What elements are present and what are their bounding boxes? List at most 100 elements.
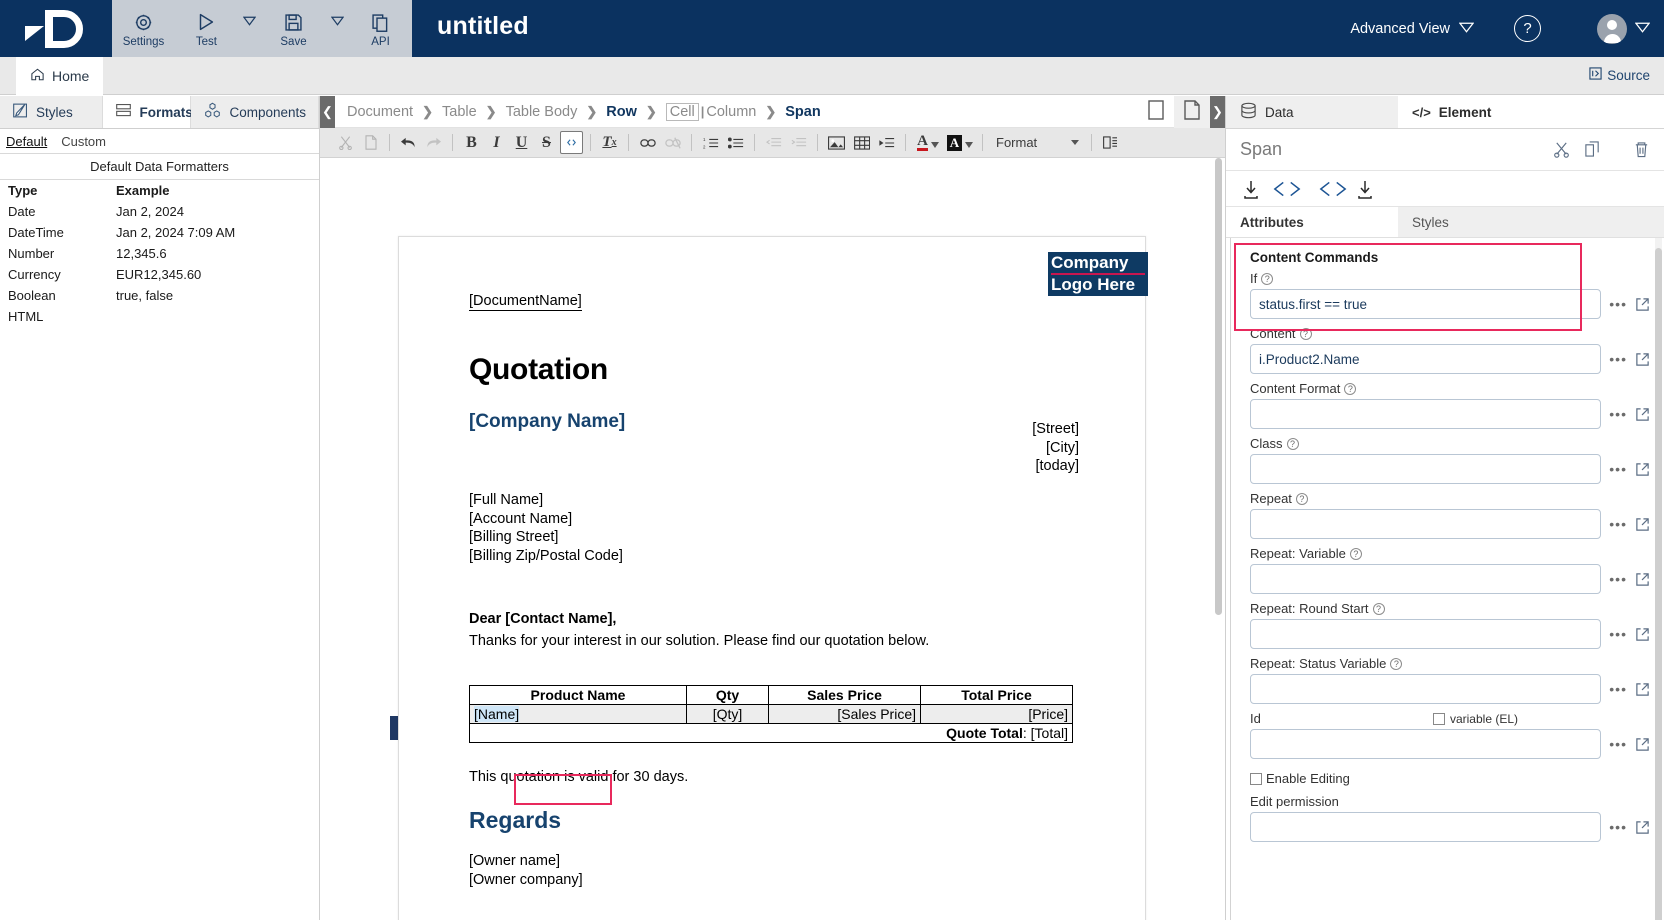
repeat-variable-more-options-button[interactable]: ••• <box>1609 571 1627 587</box>
format-dropdown[interactable]: Format <box>996 135 1080 150</box>
id-open-editor-icon[interactable] <box>1635 737 1650 752</box>
canvas-scrollbar[interactable] <box>1215 158 1222 615</box>
breadcrumb-item-row[interactable]: Row <box>606 104 637 120</box>
cut-icon[interactable] <box>1553 141 1570 158</box>
numbered-list-icon[interactable]: 12 <box>699 131 722 154</box>
remove-format-icon[interactable]: Tx <box>598 131 621 154</box>
document-page[interactable]: Company Logo Here [DocumentName] Quotati… <box>398 236 1148 920</box>
repeat-variable-open-editor-icon[interactable] <box>1635 572 1650 587</box>
cell-sales-price[interactable]: [Sales Price] <box>768 704 921 724</box>
repeat-round-start-input[interactable] <box>1250 619 1602 649</box>
redo-icon[interactable] <box>422 131 445 154</box>
repeat-status-variable-more-options-button[interactable]: ••• <box>1609 681 1627 697</box>
help-icon[interactable]: ? <box>1372 602 1385 615</box>
source-button[interactable]: Source <box>1589 67 1650 83</box>
if-more-options-button[interactable]: ••• <box>1609 296 1627 312</box>
table-icon[interactable] <box>850 131 873 154</box>
tab-data[interactable]: Data <box>1226 96 1398 128</box>
breadcrumb-item-span[interactable]: Span <box>785 104 820 120</box>
document-canvas[interactable]: Company Logo Here [DocumentName] Quotati… <box>320 158 1225 920</box>
document-name-field[interactable]: [DocumentName] <box>469 293 582 311</box>
insert-before-icon[interactable] <box>1240 179 1262 199</box>
if-open-editor-icon[interactable] <box>1635 297 1650 312</box>
repeat-round-start-more-options-button[interactable]: ••• <box>1609 626 1627 642</box>
save-button[interactable]: Save <box>262 0 325 57</box>
repeat-status-variable-input[interactable] <box>1250 674 1602 704</box>
help-icon[interactable]: ? <box>1261 272 1274 285</box>
help-icon[interactable]: ? <box>1344 382 1357 395</box>
image-icon[interactable] <box>825 131 848 154</box>
copy-icon[interactable] <box>359 131 382 154</box>
repeat-input[interactable] <box>1250 509 1602 539</box>
repeat-more-options-button[interactable]: ••• <box>1609 516 1627 532</box>
edit-permission-input[interactable] <box>1250 812 1602 842</box>
repeat-open-editor-icon[interactable] <box>1635 517 1650 532</box>
company-name-field[interactable]: [Company Name] <box>469 411 1079 433</box>
link-icon[interactable] <box>636 131 659 154</box>
page-break-icon[interactable] <box>875 131 898 154</box>
source-code-icon[interactable] <box>560 131 583 154</box>
intro-paragraph[interactable]: Thanks for your interest in our solution… <box>469 633 1079 649</box>
class-open-editor-icon[interactable] <box>1635 462 1650 477</box>
background-color-icon[interactable]: A <box>945 131 975 154</box>
tab-formats[interactable]: Formats <box>103 96 193 128</box>
help-icon[interactable]: ? <box>1390 657 1403 670</box>
salutation[interactable]: Dear [Contact Name], <box>469 611 1079 627</box>
recipient-address[interactable]: [Full Name] [Account Name] [Billing Stre… <box>469 491 1079 565</box>
subtab-attributes[interactable]: Attributes <box>1226 207 1398 237</box>
advanced-view-dropdown[interactable]: Advanced View <box>1350 21 1475 37</box>
edit-permission-open-editor-icon[interactable] <box>1635 820 1650 835</box>
help-icon[interactable]: ? <box>1295 492 1308 505</box>
edit-permission-more-options-button[interactable]: ••• <box>1609 819 1627 835</box>
text-color-icon[interactable]: A <box>913 131 943 154</box>
test-button[interactable]: Test <box>175 0 238 57</box>
cell-qty[interactable]: [Qty] <box>686 704 769 724</box>
help-icon[interactable]: ? <box>1349 547 1362 560</box>
content-format-input[interactable] <box>1250 399 1602 429</box>
cell-quote-total[interactable]: Quote Total: [Total] <box>469 723 1073 743</box>
strikethrough-icon[interactable]: S <box>535 131 558 154</box>
id-more-options-button[interactable]: ••• <box>1609 736 1627 752</box>
indent-icon[interactable] <box>787 131 810 154</box>
content-input[interactable] <box>1250 344 1602 374</box>
content-format-open-editor-icon[interactable] <box>1635 407 1650 422</box>
avatar[interactable] <box>1597 13 1627 44</box>
subtab-custom[interactable]: Custom <box>61 134 106 149</box>
bulleted-list-icon[interactable] <box>724 131 747 154</box>
repeat-status-variable-open-editor-icon[interactable] <box>1635 682 1650 697</box>
breadcrumb-item-document[interactable]: Document <box>347 104 413 120</box>
page-view-button[interactable] <box>1138 96 1174 128</box>
variable-el-checkbox[interactable] <box>1432 712 1445 725</box>
app-logo[interactable] <box>0 0 112 57</box>
content-open-editor-icon[interactable] <box>1635 352 1650 367</box>
settings-button[interactable]: Settings <box>112 0 175 57</box>
cut-icon[interactable] <box>334 131 357 154</box>
api-button[interactable]: API <box>349 0 412 57</box>
repeat-variable-input[interactable] <box>1250 564 1602 594</box>
document-view-button[interactable] <box>1174 96 1210 128</box>
tab-components[interactable]: Components <box>191 96 319 128</box>
user-menu-chevron-down-icon[interactable] <box>1634 20 1651 38</box>
content-more-options-button[interactable]: ••• <box>1609 351 1627 367</box>
wrap-close-icon[interactable] <box>1318 179 1348 199</box>
show-blocks-icon[interactable] <box>1099 131 1122 154</box>
breadcrumb-item-table[interactable]: Table <box>442 104 477 120</box>
trash-icon[interactable] <box>1633 141 1650 158</box>
panel-scrollbar[interactable] <box>1655 248 1662 920</box>
bold-icon[interactable]: B <box>460 131 483 154</box>
tab-element[interactable]: </> Element <box>1398 96 1664 128</box>
repeat-round-start-open-editor-icon[interactable] <box>1635 627 1650 642</box>
underline-icon[interactable]: U <box>510 131 533 154</box>
sender-address[interactable]: [Street] [City] [today] <box>1032 420 1079 476</box>
insert-after-icon[interactable] <box>1354 179 1376 199</box>
test-dropdown-button[interactable] <box>238 0 262 57</box>
id-input[interactable] <box>1250 729 1602 759</box>
regards-heading[interactable]: Regards <box>469 807 1079 834</box>
quotation-table[interactable]: Product Name Qty Sales Price Total Price… <box>469 685 1073 743</box>
unlink-icon[interactable] <box>661 131 684 154</box>
owner-block[interactable]: [Owner name] [Owner company] <box>469 852 1079 889</box>
help-icon[interactable]: ? <box>1286 437 1299 450</box>
subtab-styles[interactable]: Styles <box>1398 207 1664 237</box>
enable-editing-checkbox[interactable] <box>1250 772 1262 785</box>
enable-editing-row[interactable]: Enable Editing <box>1250 771 1650 786</box>
